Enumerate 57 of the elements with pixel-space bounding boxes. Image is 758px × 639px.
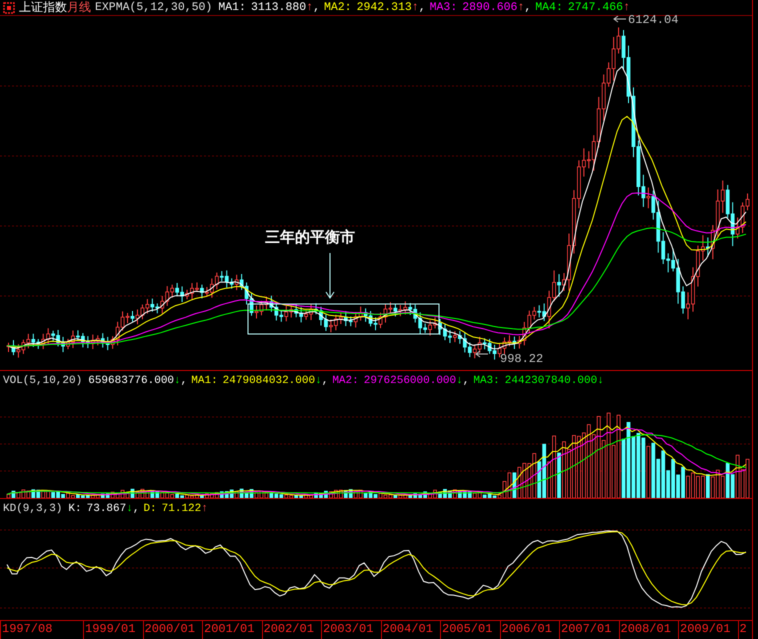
indicator-label: MA3: (430, 1, 458, 14)
axis-label: 1999/01 (83, 621, 142, 639)
separator-text: , (132, 502, 140, 514)
indicator-label: K: (68, 502, 82, 514)
callout-text: 三年的平衡市 (265, 230, 355, 244)
trend-arrow: ↓ (174, 374, 181, 386)
indicator-label: MA1: (218, 1, 246, 14)
indicator-value: 2890.606 (462, 1, 518, 14)
indicator-value: 2747.466 (568, 1, 624, 14)
axis-label: 2005/01 (440, 621, 500, 639)
trend-arrow: ↑ (623, 1, 630, 14)
separator-text: , (322, 374, 328, 386)
index-name: 上证指数 (19, 0, 67, 16)
trend-arrow: ↓ (315, 374, 322, 386)
indicator-value: 2442307840.000 (504, 374, 598, 386)
indicator-name: VOL(5,10,20) (3, 374, 82, 386)
indicator-label: MA2: (332, 374, 359, 386)
trend-arrow: ↓ (597, 374, 604, 386)
separator-text: , (462, 374, 470, 386)
indicator-name: EXPMA(5,12,30,50) (95, 1, 212, 14)
indicator-label: MA4: (535, 1, 563, 14)
indicator-label: MA3: (473, 374, 500, 386)
trend-arrow: ↑ (306, 1, 314, 14)
separator-text: , (180, 374, 188, 386)
axis-label: 2000/01 (142, 621, 202, 639)
indicator-label: D: (143, 502, 157, 514)
separator-text: , (418, 1, 426, 14)
axis-label: 1997/08 (0, 621, 83, 639)
indicator-value: 3113.880 (250, 1, 306, 14)
indicator-value: 2976256000.000 (364, 374, 456, 386)
trend-arrow: ↓ (456, 374, 463, 386)
indicator-name: KD(9,3,3) (3, 502, 62, 514)
axis-label: 2007/01 (559, 621, 618, 639)
axis-label: 2002/01 (262, 621, 321, 639)
indicator-value: 73.867 (86, 502, 126, 514)
indicator-value: 2942.313 (356, 1, 412, 14)
separator-text: , (524, 1, 532, 14)
axis-label: 2006/01 (500, 621, 559, 639)
axis-label: 2 (738, 621, 752, 639)
indicator-label: MA2: (324, 1, 352, 14)
price-label: 6124.04 (628, 13, 678, 27)
indicator-value: 71.122 (162, 502, 202, 514)
trend-arrow: ↑ (517, 1, 524, 14)
trend-arrow: ↓ (126, 502, 133, 514)
indicator-value: 2479084032.000 (222, 374, 316, 386)
axis-label: 2001/01 (202, 621, 262, 639)
price-label: 998.22 (500, 352, 544, 366)
period-label: 月线 (67, 0, 91, 16)
indicator-label: MA1: (191, 374, 218, 386)
axis-label: 2004/01 (380, 621, 440, 639)
separator-text: , (313, 1, 320, 14)
axis-label: 2009/01 (678, 621, 738, 639)
axis-label: 2003/01 (321, 621, 380, 639)
indicator-value: 659683776.000 (88, 374, 174, 386)
axis-label: 2008/01 (618, 621, 678, 639)
trend-arrow: ↑ (201, 502, 208, 514)
trend-arrow: ↑ (412, 1, 419, 14)
